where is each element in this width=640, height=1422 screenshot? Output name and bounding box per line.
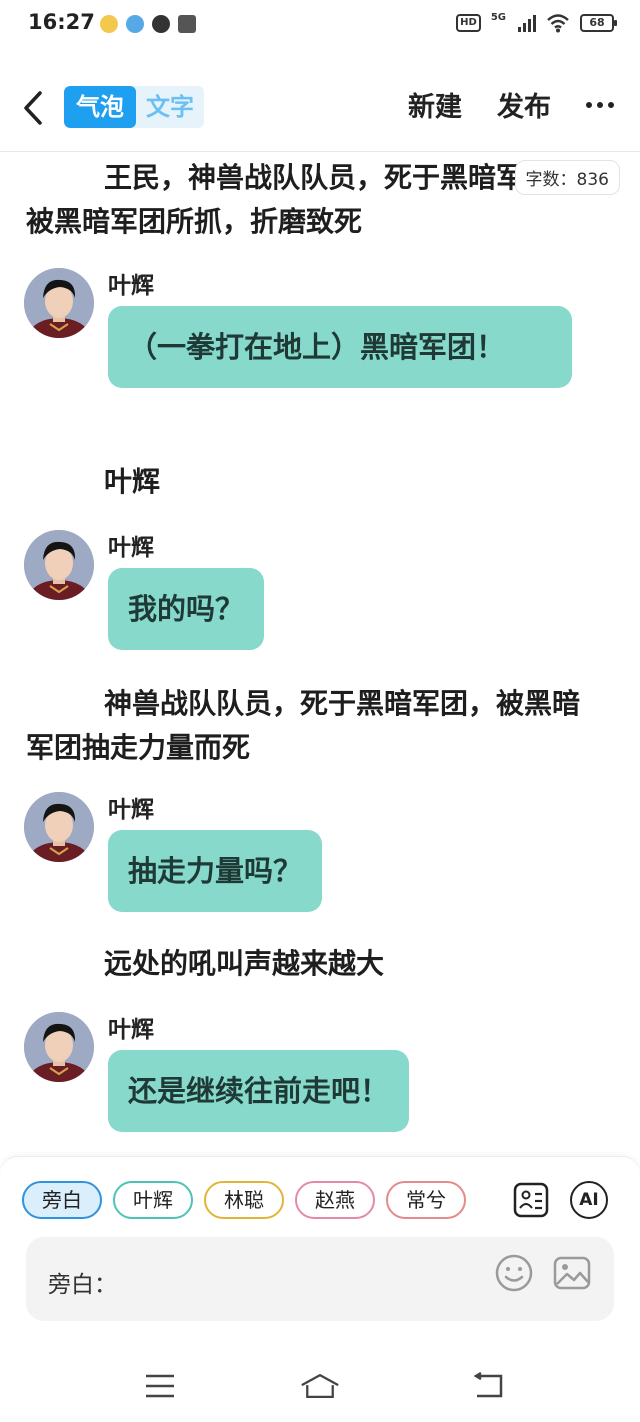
avatar[interactable] [24,530,94,600]
return-icon [473,1372,503,1398]
editor-header: 气泡 文字 新建 发布 [0,62,640,152]
emoji-icon [495,1254,533,1292]
image-icon [553,1256,591,1290]
app-notification-icon [178,15,196,33]
menu-nav-button[interactable] [140,1366,180,1406]
message-bubble[interactable]: 抽走力量吗？ [108,830,323,912]
speaker-name: 叶辉 [108,273,154,299]
message-bubble[interactable]: 还是继续往前走吧！ [108,1050,410,1132]
character-chip[interactable]: 林聪 [204,1181,284,1219]
app-notification-icon [152,15,170,33]
signal-icon [518,14,536,32]
character-chip[interactable]: 赵燕 [295,1181,375,1219]
publish-button[interactable]: 发布 [497,88,551,128]
network-type: 5G [490,11,506,23]
mode-toggle: 气泡 文字 [64,86,204,128]
more-icon[interactable] [586,102,614,108]
message-bubble[interactable]: （一拳打在地上）黑暗军团！ [108,306,572,388]
character-manage-button[interactable] [512,1181,550,1219]
input-speaker-label: 旁白： [48,1272,117,1298]
story-content[interactable]: 王民，神兽战队队员，死于黑暗军团，被黑暗军团所抓，折磨致死 字数：836 叶辉 … [0,152,640,1152]
avatar[interactable] [24,268,94,338]
character-chip[interactable]: 常兮 [386,1181,466,1219]
message-input[interactable]: 旁白： [26,1237,614,1321]
text-mode-tab[interactable]: 文字 [136,86,204,128]
app-notification-icon [100,15,118,33]
speaker-name: 叶辉 [108,797,154,823]
home-nav-button[interactable] [300,1366,340,1406]
status-bar: 16:27 HD 5G 68 [0,0,640,50]
avatar[interactable] [24,1012,94,1082]
input-panel: 旁白 叶辉 林聪 赵燕 常兮 AI 旁白： [0,1156,640,1346]
home-icon [301,1373,339,1399]
bubble-mode-tab[interactable]: 气泡 [64,86,136,128]
character-chip[interactable]: 叶辉 [113,1181,193,1219]
back-button[interactable] [18,88,48,128]
speaker-name: 叶辉 [108,1017,154,1043]
avatar[interactable] [24,792,94,862]
character-chip-list[interactable]: 旁白 叶辉 林聪 赵燕 常兮 [22,1181,492,1221]
system-nav-bar [0,1346,640,1422]
emoji-button[interactable] [494,1253,534,1293]
app-notification-icon [126,15,144,33]
wifi-icon [547,14,569,33]
status-time: 16:27 [28,10,95,34]
narration-text[interactable]: 神兽战队队员，死于黑暗军团，被黑暗军团抽走力量而死 [26,682,606,770]
narration-text[interactable]: 远处的吼叫声越来越大 [26,942,606,986]
menu-icon [146,1374,174,1398]
battery-indicator: 68 [580,14,617,32]
narration-text[interactable]: 叶辉 [26,460,606,504]
message-bubble[interactable]: 我的吗？ [108,568,265,650]
word-count-badge: 字数：836 [514,160,620,195]
ai-button[interactable]: AI [570,1181,608,1219]
chevron-left-icon [24,91,42,125]
status-app-icons [100,15,196,33]
image-button[interactable] [552,1253,592,1293]
speaker-name: 叶辉 [108,535,154,561]
character-chip[interactable]: 旁白 [22,1181,102,1219]
new-button[interactable]: 新建 [408,88,462,128]
hd-badge: HD [456,14,481,32]
id-card-icon [513,1182,549,1218]
back-nav-button[interactable] [468,1366,508,1406]
